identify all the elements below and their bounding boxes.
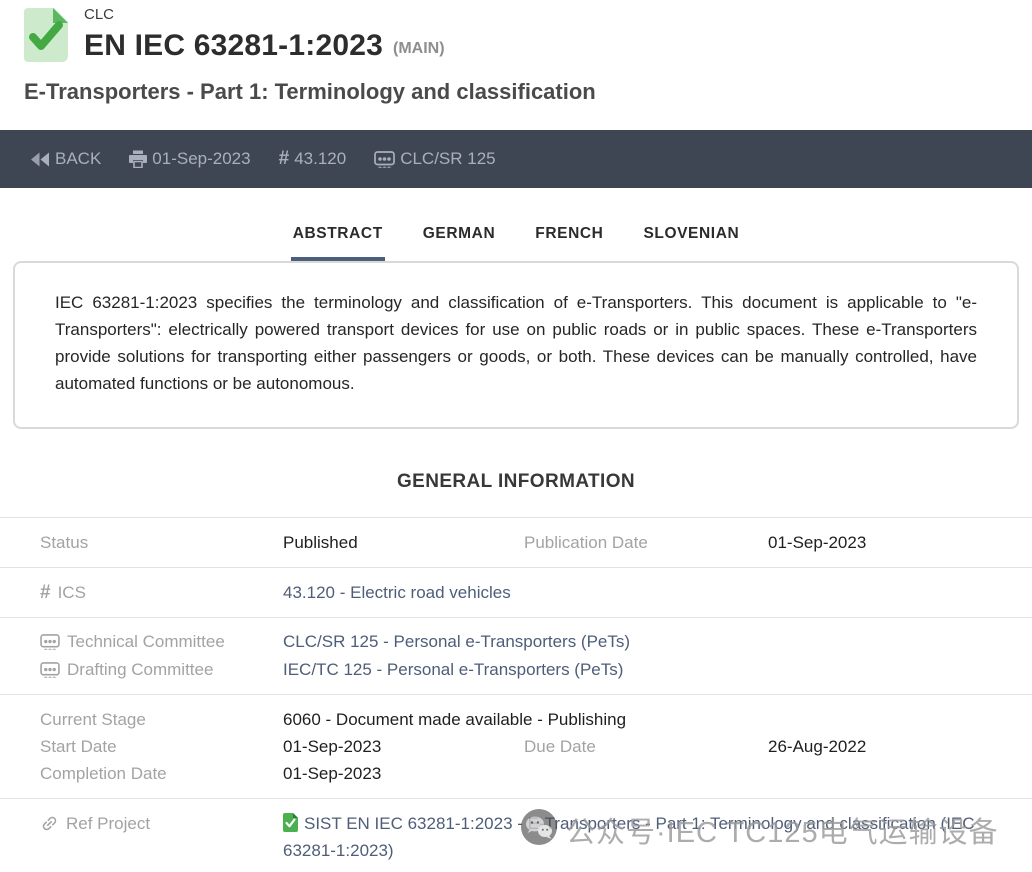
completion-date-value: 01-Sep-2023: [283, 760, 524, 787]
committee-item[interactable]: CLC/SR 125: [374, 149, 495, 169]
ics-item[interactable]: # 43.120: [279, 148, 347, 170]
title-suffix: (MAIN): [393, 30, 445, 68]
ref-project-cell: SIST EN IEC 63281-1:2023 - E-Transporter…: [283, 810, 1022, 864]
status-value: Published: [283, 529, 524, 556]
organization-label: CLC: [84, 6, 445, 24]
committee-label: CLC/SR 125: [400, 149, 495, 169]
fast-rewind-icon: [30, 152, 50, 167]
print-date-label: 01-Sep-2023: [152, 149, 250, 169]
table-row-ref-project: Ref Project SIST EN IEC 63281-1:2023 - E…: [0, 798, 1032, 872]
due-date-value: 26-Aug-2022: [768, 733, 1022, 760]
abstract-panel: IEC 63281-1:2023 specifies the terminolo…: [13, 261, 1019, 429]
drafting-committee-label: Drafting Committee: [40, 656, 283, 684]
ics-code-label: 43.120: [294, 149, 346, 169]
hash-icon: #: [40, 579, 51, 606]
page-title: EN IEC 63281-1:2023: [84, 27, 383, 65]
table-row-stage: Current Stage 6060 - Document made avail…: [0, 694, 1032, 798]
ref-project-link[interactable]: SIST EN IEC 63281-1:2023 - E-Transporter…: [283, 814, 975, 860]
general-information-heading: GENERAL INFORMATION: [0, 471, 1032, 493]
drafting-committee-link[interactable]: IEC/TC 125 - Personal e-Transporters (Pe…: [283, 656, 1022, 684]
current-stage-value: 6060 - Document made available - Publish…: [283, 706, 1022, 733]
committee-icon: [374, 151, 395, 168]
start-date-value: 01-Sep-2023: [283, 733, 524, 760]
ref-project-label: Ref Project: [40, 810, 283, 837]
toolbar: BACK 01-Sep-2023 # 43.120: [0, 130, 1032, 188]
general-information-table: Status Published Publication Date 01-Sep…: [0, 517, 1032, 872]
technical-committee-link[interactable]: CLC/SR 125 - Personal e-Transporters (Pe…: [283, 628, 1022, 656]
print-date-item[interactable]: 01-Sep-2023: [129, 149, 250, 169]
ics-link[interactable]: 43.120 - Electric road vehicles: [283, 579, 1022, 606]
language-tabs: ABSTRACT GERMAN FRENCH SLOVENIAN: [0, 221, 1032, 261]
table-row-status: Status Published Publication Date 01-Sep…: [0, 517, 1032, 567]
status-label: Status: [40, 529, 283, 556]
committee-icon: [40, 662, 60, 678]
document-subtitle: E-Transporters - Part 1: Terminology and…: [24, 78, 1008, 106]
abstract-text: IEC 63281-1:2023 specifies the terminolo…: [55, 289, 977, 397]
back-label: BACK: [55, 149, 101, 169]
technical-committee-label: Technical Committee: [40, 628, 283, 656]
current-stage-label: Current Stage: [40, 706, 283, 733]
tab-german[interactable]: GERMAN: [421, 221, 498, 261]
completion-date-label: Completion Date: [40, 760, 283, 787]
document-check-icon: [24, 8, 68, 67]
printer-icon: [129, 150, 147, 168]
document-header: CLC EN IEC 63281-1:2023 (MAIN) E-Transpo…: [0, 0, 1032, 106]
tab-abstract[interactable]: ABSTRACT: [291, 221, 385, 261]
publication-date-value: 01-Sep-2023: [768, 529, 1022, 556]
back-button[interactable]: BACK: [30, 149, 101, 169]
tab-french[interactable]: FRENCH: [533, 221, 605, 261]
tab-slovenian[interactable]: SLOVENIAN: [641, 221, 741, 261]
ics-label: # ICS: [40, 579, 283, 606]
standard-detail-page: CLC EN IEC 63281-1:2023 (MAIN) E-Transpo…: [0, 0, 1032, 872]
committee-icon: [40, 634, 60, 650]
table-row-committees: Technical Committee CLC/SR 125 - Persona…: [0, 617, 1032, 694]
due-date-label: Due Date: [524, 733, 768, 760]
table-row-ics: # ICS 43.120 - Electric road vehicles: [0, 567, 1032, 617]
hash-icon: #: [279, 148, 290, 170]
link-icon: [40, 814, 59, 833]
publication-date-label: Publication Date: [524, 529, 768, 556]
start-date-label: Start Date: [40, 733, 283, 760]
document-check-icon: [283, 813, 298, 832]
